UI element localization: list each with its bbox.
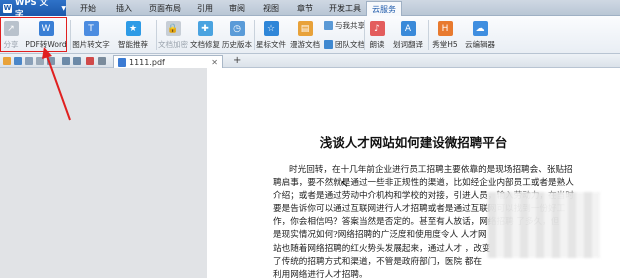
format-painter-icon[interactable]: [47, 57, 55, 65]
ribbon-divider: [70, 20, 71, 50]
xiuba-h5-button[interactable]: H 秀堂H5: [430, 18, 460, 52]
tab-insert[interactable]: 插入: [108, 1, 140, 16]
document-line: 时光回转，在十几年前企业进行员工招聘主要依靠的是现场招聘会、张贴招: [289, 165, 573, 175]
doc-encrypt-button[interactable]: 🔒 文档加密: [158, 18, 188, 52]
quick-access-bar: 1111.pdf ✕ +: [0, 54, 620, 68]
save-icon[interactable]: [14, 57, 22, 65]
send-with-button[interactable]: 与我共享: [324, 20, 365, 31]
history-button[interactable]: ◷ 历史版本: [222, 18, 252, 52]
ribbon-toolbar: ↗ 分享 W PDF转Word T 图片转文字 ★ 智能推荐 🔒 文档加密 ✚ …: [0, 16, 620, 54]
workspace-background: [0, 68, 207, 278]
text-cursor-icon: ↖: [340, 179, 349, 190]
document-tab-name: 1111.pdf: [129, 57, 165, 67]
send-with-label: 与我共享: [335, 21, 365, 30]
pdf-file-icon: [118, 57, 126, 67]
smart-recommend-button[interactable]: ★ 智能推荐: [112, 18, 154, 52]
roaming-docs-icon: ▤: [297, 21, 313, 36]
wps-logo-icon: W: [3, 3, 12, 13]
team-docs-label: 团队文档: [335, 40, 365, 49]
document-line: 利用网络进行人才招聘。: [273, 269, 368, 278]
history-label: 历史版本: [222, 40, 252, 49]
ribbon-divider: [428, 20, 429, 50]
doc-encrypt-label: 文档加密: [158, 40, 188, 49]
history-icon: ◷: [229, 21, 245, 36]
ribbon-divider: [156, 20, 157, 50]
xiuba-h5-label: 秀堂H5: [432, 40, 458, 49]
chevron-down-icon[interactable]: [98, 57, 106, 65]
team-icon: [324, 40, 333, 49]
ribbon-divider: [254, 20, 255, 50]
share-with-icon: [324, 21, 333, 30]
chevron-down-icon: ▼: [61, 4, 66, 12]
ribbon-divider: [364, 20, 365, 50]
lock-icon: 🔒: [165, 21, 181, 36]
smart-recommend-label: 智能推荐: [118, 40, 148, 49]
cloud-editor-label: 云编辑器: [465, 40, 495, 49]
menu-tab-bar: W WPS 文字 ▼ 开始 插入 页面布局 引用 审阅 视图 章节 开发工具 云…: [0, 0, 620, 20]
redo-icon[interactable]: [73, 57, 81, 65]
tab-home[interactable]: 开始: [70, 1, 106, 16]
new-tab-icon[interactable]: +: [233, 55, 241, 66]
print-icon[interactable]: [25, 57, 33, 65]
image-to-text-button[interactable]: T 图片转文字: [72, 18, 110, 52]
tab-review[interactable]: 审阅: [222, 1, 252, 16]
preview-icon[interactable]: [36, 57, 44, 65]
image-to-text-icon: T: [83, 21, 99, 36]
roaming-docs-button[interactable]: ▤ 漫游文档: [290, 18, 320, 52]
document-tab[interactable]: 1111.pdf ✕: [113, 55, 223, 68]
tab-view[interactable]: 视图: [256, 1, 286, 16]
undo-icon[interactable]: [62, 57, 70, 65]
star-files-button[interactable]: ☆ 星标文件: [256, 18, 286, 52]
pin-icon[interactable]: [86, 57, 94, 65]
smart-recommend-icon: ★: [125, 21, 141, 36]
speaker-icon: ♪: [369, 21, 385, 36]
tab-developer-tools[interactable]: 开发工具: [324, 1, 366, 16]
doc-repair-button[interactable]: ✚ 文档修复: [190, 18, 220, 52]
tab-sections[interactable]: 章节: [290, 1, 320, 16]
tab-cloud-service[interactable]: 云服务: [366, 1, 402, 16]
team-docs-button[interactable]: 团队文档: [324, 39, 365, 50]
roaming-docs-label: 漫游文档: [290, 40, 320, 49]
image-to-text-label: 图片转文字: [72, 40, 110, 49]
tab-references[interactable]: 引用: [190, 1, 220, 16]
document-line: 聘启事，要不然就是通过一些非正规性的渠道，比如经企业内部员工或者是熟人: [273, 178, 574, 189]
word-translate-button[interactable]: A 划词翻译: [390, 18, 426, 52]
close-icon[interactable]: ✕: [211, 58, 218, 67]
document-title: 浅谈人才网站如何建设微招聘平台: [319, 135, 508, 150]
star-icon: ☆: [263, 21, 279, 36]
cloud-editor-icon: ☁: [472, 21, 488, 36]
word-translate-label: 划词翻译: [393, 40, 423, 49]
h5-icon: H: [437, 21, 453, 36]
translate-icon: A: [400, 21, 416, 36]
cloud-editor-button[interactable]: ☁ 云编辑器: [462, 18, 498, 52]
wps-app-menu-button[interactable]: W WPS 文字 ▼: [0, 0, 66, 20]
tab-page-layout[interactable]: 页面布局: [142, 1, 188, 16]
repair-icon: ✚: [197, 21, 213, 36]
read-aloud-label: 朗读: [369, 40, 385, 49]
star-files-label: 星标文件: [256, 40, 286, 49]
annotation-highlight-box: [0, 17, 67, 52]
open-icon[interactable]: [3, 57, 11, 65]
redacted-blur-region: [488, 192, 600, 258]
doc-repair-label: 文档修复: [190, 40, 220, 49]
read-aloud-button[interactable]: ♪ 朗读: [366, 18, 388, 52]
